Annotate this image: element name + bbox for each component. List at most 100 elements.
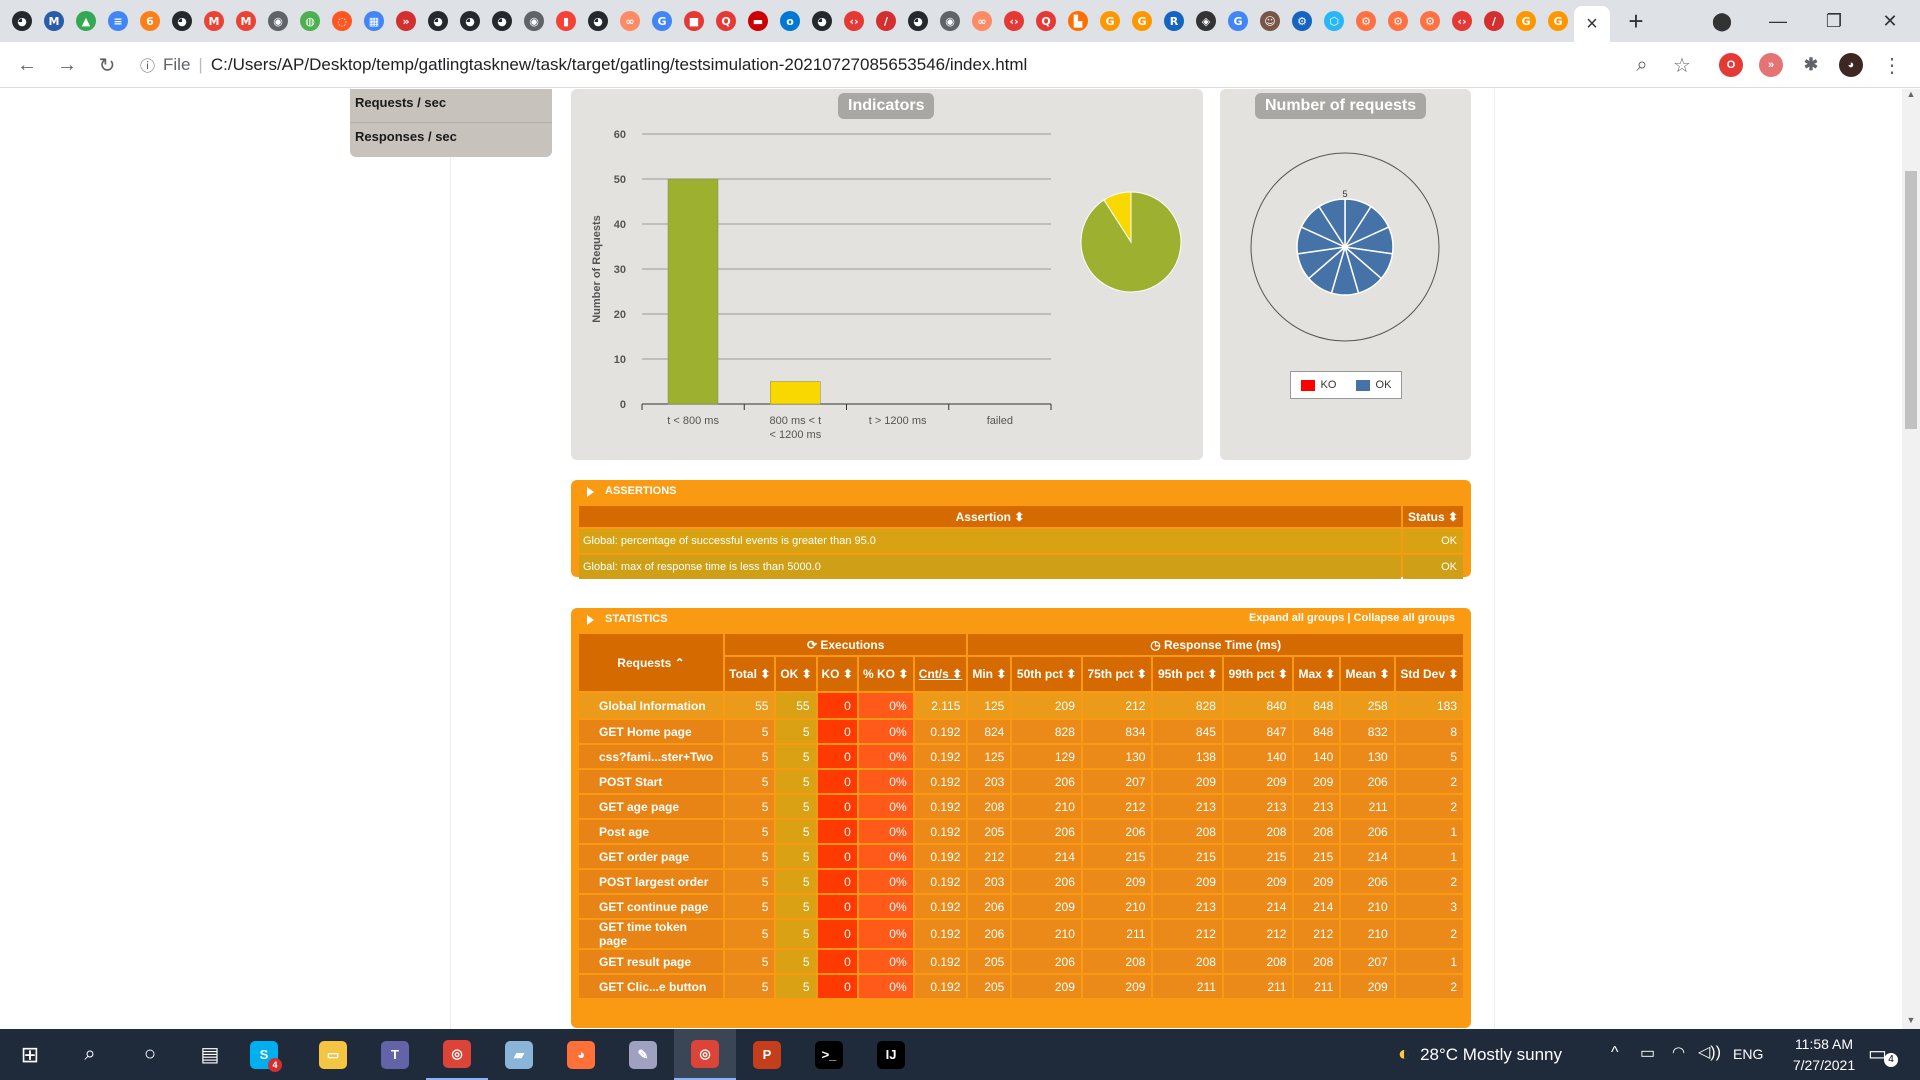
- legend-ok[interactable]: OK: [1355, 379, 1391, 391]
- tab-hex-icon[interactable]: ⬡: [1318, 0, 1350, 42]
- col-12[interactable]: Std Dev ⬍: [1395, 657, 1463, 691]
- new-tab-button[interactable]: +: [1616, 6, 1656, 37]
- opera-extension-icon[interactable]: O: [1719, 53, 1743, 77]
- tab-pen-icon[interactable]: /: [870, 0, 902, 42]
- tab-github-icon[interactable]: ◕: [486, 0, 518, 42]
- tab-pen-icon[interactable]: /: [1478, 0, 1510, 42]
- request-row[interactable]: POST Start 5 5 0 0% 0.192 203 206 207 209 209 209 20…: [579, 770, 1463, 793]
- wifi-icon[interactable]: ◠: [1672, 1043, 1685, 1061]
- tab-redhat-icon[interactable]: ▬: [742, 0, 774, 42]
- request-row[interactable]: css?fami...ster+Two 5 5 0 0% 0.192 125 129 130 13…: [579, 745, 1463, 768]
- col-7[interactable]: 75th pct ⬍: [1082, 657, 1152, 691]
- bar-1[interactable]: [770, 381, 821, 405]
- profile-avatar[interactable]: ◕: [1839, 53, 1863, 77]
- tab-grid-icon[interactable]: ▦: [358, 0, 390, 42]
- collapse-all-link[interactable]: Collapse all groups: [1354, 612, 1455, 624]
- address-bar[interactable]: ⓘ File | C:/Users/AP/Desktop/temp/gatlin…: [140, 49, 1700, 81]
- tab-gear-icon[interactable]: ⚙: [1382, 0, 1414, 42]
- tab-gear-icon[interactable]: ⚙: [1286, 0, 1318, 42]
- tab-avatar-icon[interactable]: ☺: [1254, 0, 1286, 42]
- request-row[interactable]: GET age page 5 5 0 0% 0.192 208 210 212 213 213 213…: [579, 795, 1463, 818]
- scroll-down-icon[interactable]: ▼: [1902, 1015, 1920, 1029]
- tab-gear-icon[interactable]: ⚙: [1350, 0, 1382, 42]
- windows-start-icon[interactable]: ⊞: [0, 1029, 60, 1080]
- close-tab-icon[interactable]: ×: [1586, 13, 1598, 36]
- col-0[interactable]: Total ⬍: [725, 657, 775, 691]
- browser-menu-icon[interactable]: ⋮: [1877, 50, 1907, 80]
- notification-center-icon[interactable]: ▭ 4: [1868, 1041, 1898, 1067]
- col-3[interactable]: % KO ⬍: [858, 657, 913, 691]
- tab-github-icon[interactable]: ◕: [6, 0, 38, 42]
- expand-all-link[interactable]: Expand all groups: [1249, 612, 1344, 624]
- taskbar-app-skype-icon[interactable]: S4: [240, 1029, 302, 1080]
- col-11[interactable]: Mean ⬍: [1341, 657, 1394, 691]
- reload-icon[interactable]: ↻: [92, 50, 122, 80]
- task-view-icon[interactable]: ▤: [180, 1029, 240, 1080]
- tab-globe-icon[interactable]: ◉: [518, 0, 550, 42]
- taskbar-app-powerpoint-icon[interactable]: P: [736, 1029, 798, 1080]
- taskbar-app-file-explorer-icon[interactable]: ▭: [302, 1029, 364, 1080]
- tab-google-icon[interactable]: G: [646, 0, 678, 42]
- tab-google-icon[interactable]: G: [1222, 0, 1254, 42]
- tab-red-circle-icon[interactable]: ◌: [326, 0, 358, 42]
- tab-r-icon[interactable]: R: [1158, 0, 1190, 42]
- assertions-header[interactable]: ASSERTIONS: [571, 480, 1471, 504]
- tab-mvn-icon[interactable]: M: [38, 0, 70, 42]
- taskbar-app-eclipse-icon[interactable]: ✎: [612, 1029, 674, 1080]
- battery-icon[interactable]: ▭: [1640, 1043, 1655, 1063]
- tab-google-icon[interactable]: G: [1542, 0, 1574, 42]
- tab-github-icon[interactable]: ◕: [582, 0, 614, 42]
- request-row[interactable]: GET time token page 5 5 0 0% 0.192 206 210 211 21…: [579, 920, 1463, 948]
- col-assertion[interactable]: Assertion ⬍: [579, 506, 1401, 527]
- taskbar-app-intellij-icon[interactable]: IJ: [860, 1029, 922, 1080]
- request-row[interactable]: POST largest order 5 5 0 0% 0.192 203 206 209 209…: [579, 870, 1463, 893]
- search-icon[interactable]: ⌕: [60, 1029, 120, 1080]
- tab-docs-icon[interactable]: ≡: [102, 0, 134, 42]
- tab-puzzle-icon[interactable]: ▙: [1062, 0, 1094, 42]
- request-row[interactable]: GET Home page 5 5 0 0% 0.192 824 828 834 845 847 84…: [579, 720, 1463, 743]
- tab-diamond-icon[interactable]: ◈: [1190, 0, 1222, 42]
- language-indicator[interactable]: ENG: [1733, 1046, 1763, 1062]
- clock[interactable]: 11:58 AM 7/27/2021: [1776, 1034, 1872, 1076]
- tab-stack-icon[interactable]: ▮: [550, 0, 582, 42]
- extensions-puzzle-icon[interactable]: ✱: [1799, 53, 1823, 77]
- request-row[interactable]: GET continue page 5 5 0 0% 0.192 206 209 210 213 2…: [579, 895, 1463, 918]
- zoom-icon[interactable]: ⌕: [1627, 50, 1657, 80]
- menu-responses-per-sec[interactable]: Responses / sec: [350, 123, 552, 157]
- active-tab[interactable]: ×: [1574, 6, 1610, 42]
- col-1[interactable]: OK ⬍: [776, 657, 816, 691]
- tab-github-icon[interactable]: ◕: [902, 0, 934, 42]
- request-row[interactable]: GET Clic...e button 5 5 0 0% 0.192 205 209 209 21…: [579, 975, 1463, 998]
- tab-red-square-icon[interactable]: ■: [678, 0, 710, 42]
- tab-google-icon[interactable]: G: [1094, 0, 1126, 42]
- tab-qa-icon[interactable]: Q: [1030, 0, 1062, 42]
- col-2[interactable]: KO ⬍: [817, 657, 857, 691]
- tab-green-circle-icon[interactable]: ◍: [294, 0, 326, 42]
- col-4[interactable]: Cnt/s ⬍: [914, 657, 967, 691]
- tab-github-icon[interactable]: ◕: [454, 0, 486, 42]
- tab-swiggy-icon[interactable]: 6: [134, 0, 166, 42]
- col-9[interactable]: 99th pct ⬍: [1223, 657, 1293, 691]
- tab-code-icon[interactable]: ‹›: [1446, 0, 1478, 42]
- request-row[interactable]: GET order page 5 5 0 0% 0.192 212 214 215 215 215 2…: [579, 845, 1463, 868]
- tab-github-icon[interactable]: ◕: [806, 0, 838, 42]
- page-scrollbar[interactable]: ▲ ▼: [1902, 89, 1920, 1029]
- url-text[interactable]: C:/Users/AP/Desktop/temp/gatlingtasknew/…: [211, 55, 1027, 75]
- back-arrow-icon[interactable]: ←: [12, 50, 42, 80]
- tab-outlook-icon[interactable]: o: [774, 0, 806, 42]
- bookmark-star-icon[interactable]: ☆: [1667, 50, 1697, 80]
- tab-globe-icon[interactable]: ◉: [262, 0, 294, 42]
- col-5[interactable]: Min ⬍: [968, 657, 1011, 691]
- request-row[interactable]: GET result page 5 5 0 0% 0.192 205 206 208 208 208…: [579, 950, 1463, 973]
- tab-gmail-icon[interactable]: M: [198, 0, 230, 42]
- tab-link-icon[interactable]: ∞: [614, 0, 646, 42]
- tab-google-icon[interactable]: G: [1510, 0, 1542, 42]
- col-10[interactable]: Max ⬍: [1294, 657, 1340, 691]
- col-8[interactable]: 95th pct ⬍: [1153, 657, 1222, 691]
- tab-code-icon[interactable]: ‹›: [998, 0, 1030, 42]
- tab-google-icon[interactable]: G: [1126, 0, 1158, 42]
- expand-triangle-icon[interactable]: [587, 615, 594, 625]
- forward-arrow-icon[interactable]: →: [52, 50, 82, 80]
- volume-icon[interactable]: ◁)): [1698, 1042, 1721, 1062]
- taskbar-app-teams-icon[interactable]: T: [364, 1029, 426, 1080]
